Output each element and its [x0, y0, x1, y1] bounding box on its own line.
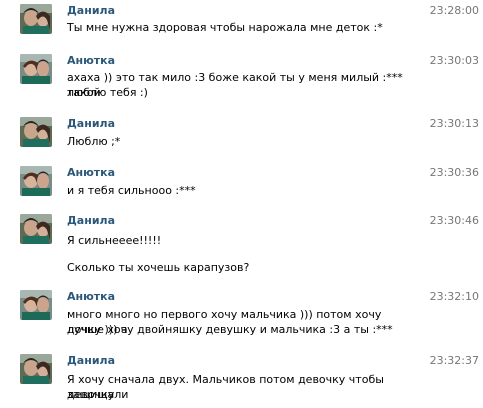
message-timestamp: 23:32:10: [429, 290, 479, 303]
user-avatar[interactable]: [20, 214, 52, 244]
message-author[interactable]: Анютка: [67, 54, 115, 68]
message-text-line: Сколько ты хочешь карапузов?: [67, 261, 250, 274]
danila-avatar-image: [20, 4, 52, 34]
user-avatar[interactable]: [20, 166, 52, 196]
user-avatar[interactable]: [20, 117, 52, 147]
danila-avatar-image: [20, 354, 52, 384]
message-author[interactable]: Анютка: [67, 166, 115, 180]
message-timestamp: 23:28:00: [429, 4, 479, 17]
message-author[interactable]: Анютка: [67, 290, 115, 304]
message-text-line: Я сильнееее!!!!!: [67, 234, 162, 247]
message-text-line: защищали: [67, 388, 129, 401]
anyutka-avatar-image: [20, 166, 52, 196]
message-timestamp: 23:30:03: [429, 54, 479, 67]
user-avatar[interactable]: [20, 4, 52, 34]
message-author[interactable]: Данила: [67, 354, 115, 368]
message-text-line: люблю тебя :): [67, 86, 148, 99]
message-text-line: лучше хочу двойняшку девушку и мальчика …: [67, 323, 393, 336]
message-text-line: и я тебя сильнооо :***: [67, 184, 196, 197]
danila-avatar-image: [20, 214, 52, 244]
message-timestamp: 23:32:37: [429, 354, 479, 367]
danila-avatar-image: [20, 117, 52, 147]
message-timestamp: 23:30:46: [429, 214, 479, 227]
message-timestamp: 23:30:13: [429, 117, 479, 130]
message-author[interactable]: Данила: [67, 4, 115, 18]
user-avatar[interactable]: [20, 354, 52, 384]
user-avatar[interactable]: [20, 290, 52, 320]
anyutka-avatar-image: [20, 290, 52, 320]
message-author[interactable]: Данила: [67, 214, 115, 228]
message-text-line: Люблю ;*: [67, 135, 121, 148]
message-timestamp: 23:30:36: [429, 166, 479, 179]
user-avatar[interactable]: [20, 54, 52, 84]
anyutka-avatar-image: [20, 54, 52, 84]
message-author[interactable]: Данила: [67, 117, 115, 131]
message-text-line: Ты мне нужна здоровая чтобы нарожала мне…: [67, 21, 383, 34]
chat-history: Данила 23:28:00 Ты мне нужна здоровая чт…: [0, 0, 483, 408]
